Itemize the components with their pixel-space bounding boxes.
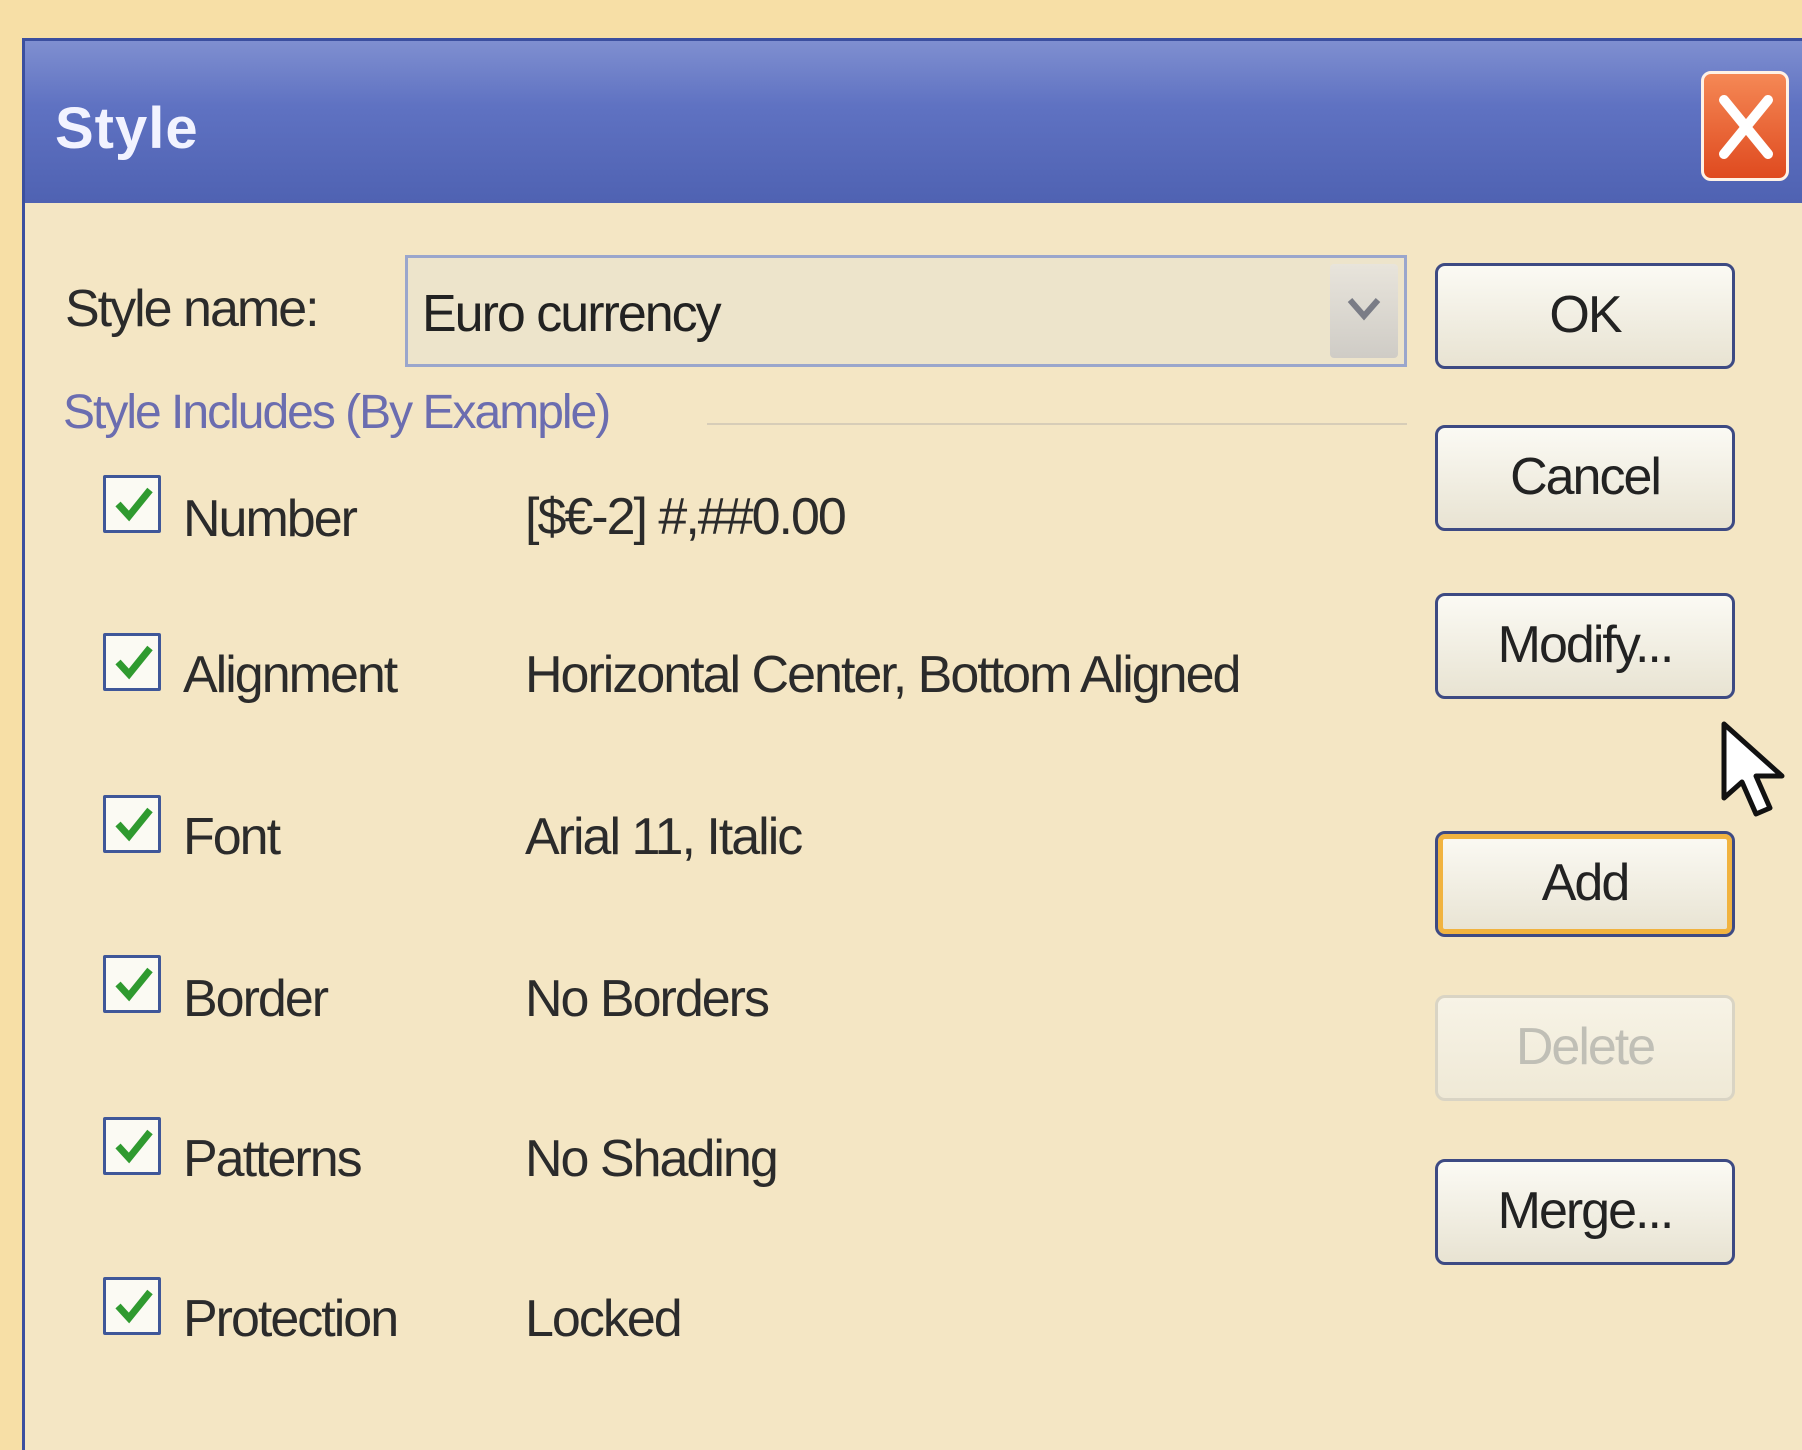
- close-button[interactable]: [1701, 71, 1789, 181]
- style-dialog: Style Style name: Euro currency Style In…: [22, 38, 1802, 1450]
- border-value: No Borders: [525, 970, 770, 1028]
- style-name-combobox[interactable]: Euro currency: [405, 255, 1407, 367]
- checkmark-icon: [115, 807, 153, 842]
- number-checkbox[interactable]: [103, 475, 161, 533]
- protection-checkbox[interactable]: [103, 1277, 161, 1335]
- dropdown-button[interactable]: [1330, 264, 1398, 358]
- checkmark-icon: [115, 645, 153, 680]
- merge-button[interactable]: Merge...: [1435, 1159, 1735, 1265]
- chevron-down-icon: [1347, 298, 1381, 321]
- border-checkbox[interactable]: [103, 955, 161, 1013]
- style-includes-group-label: Style Includes (By Example): [63, 386, 611, 439]
- patterns-label[interactable]: Patterns: [183, 1129, 363, 1189]
- close-x-icon: [1719, 95, 1773, 159]
- delete-button: Delete: [1435, 995, 1735, 1101]
- checkmark-icon: [115, 487, 153, 522]
- title-bar[interactable]: Style: [25, 41, 1802, 203]
- alignment-label[interactable]: Alignment: [183, 645, 398, 705]
- group-divider: [707, 423, 1407, 425]
- font-value: Arial 11, Italic: [525, 808, 803, 866]
- patterns-value: No Shading: [525, 1130, 779, 1188]
- protection-label[interactable]: Protection: [183, 1289, 399, 1349]
- alignment-checkbox[interactable]: [103, 633, 161, 691]
- style-name-label: Style name:: [65, 280, 320, 338]
- checkmark-icon: [115, 1289, 153, 1324]
- ok-button[interactable]: OK: [1435, 263, 1735, 369]
- checkmark-icon: [115, 967, 153, 1002]
- dialog-body: Style name: Euro currency Style Includes…: [25, 203, 1802, 1450]
- add-button[interactable]: Add: [1435, 831, 1735, 937]
- font-label[interactable]: Font: [183, 807, 281, 867]
- number-label[interactable]: Number: [183, 489, 358, 549]
- protection-value: Locked: [525, 1290, 683, 1348]
- font-checkbox[interactable]: [103, 795, 161, 853]
- border-label[interactable]: Border: [183, 969, 329, 1029]
- checkmark-icon: [115, 1129, 153, 1164]
- mouse-pointer-icon: [1721, 721, 1785, 817]
- dialog-title: Style: [55, 96, 199, 161]
- modify-button[interactable]: Modify...: [1435, 593, 1735, 699]
- patterns-checkbox[interactable]: [103, 1117, 161, 1175]
- number-value: [$€-2] #,##0.00: [525, 488, 847, 546]
- cancel-button[interactable]: Cancel: [1435, 425, 1735, 531]
- style-name-value[interactable]: Euro currency: [422, 284, 722, 344]
- alignment-value: Horizontal Center, Bottom Aligned: [525, 646, 1241, 704]
